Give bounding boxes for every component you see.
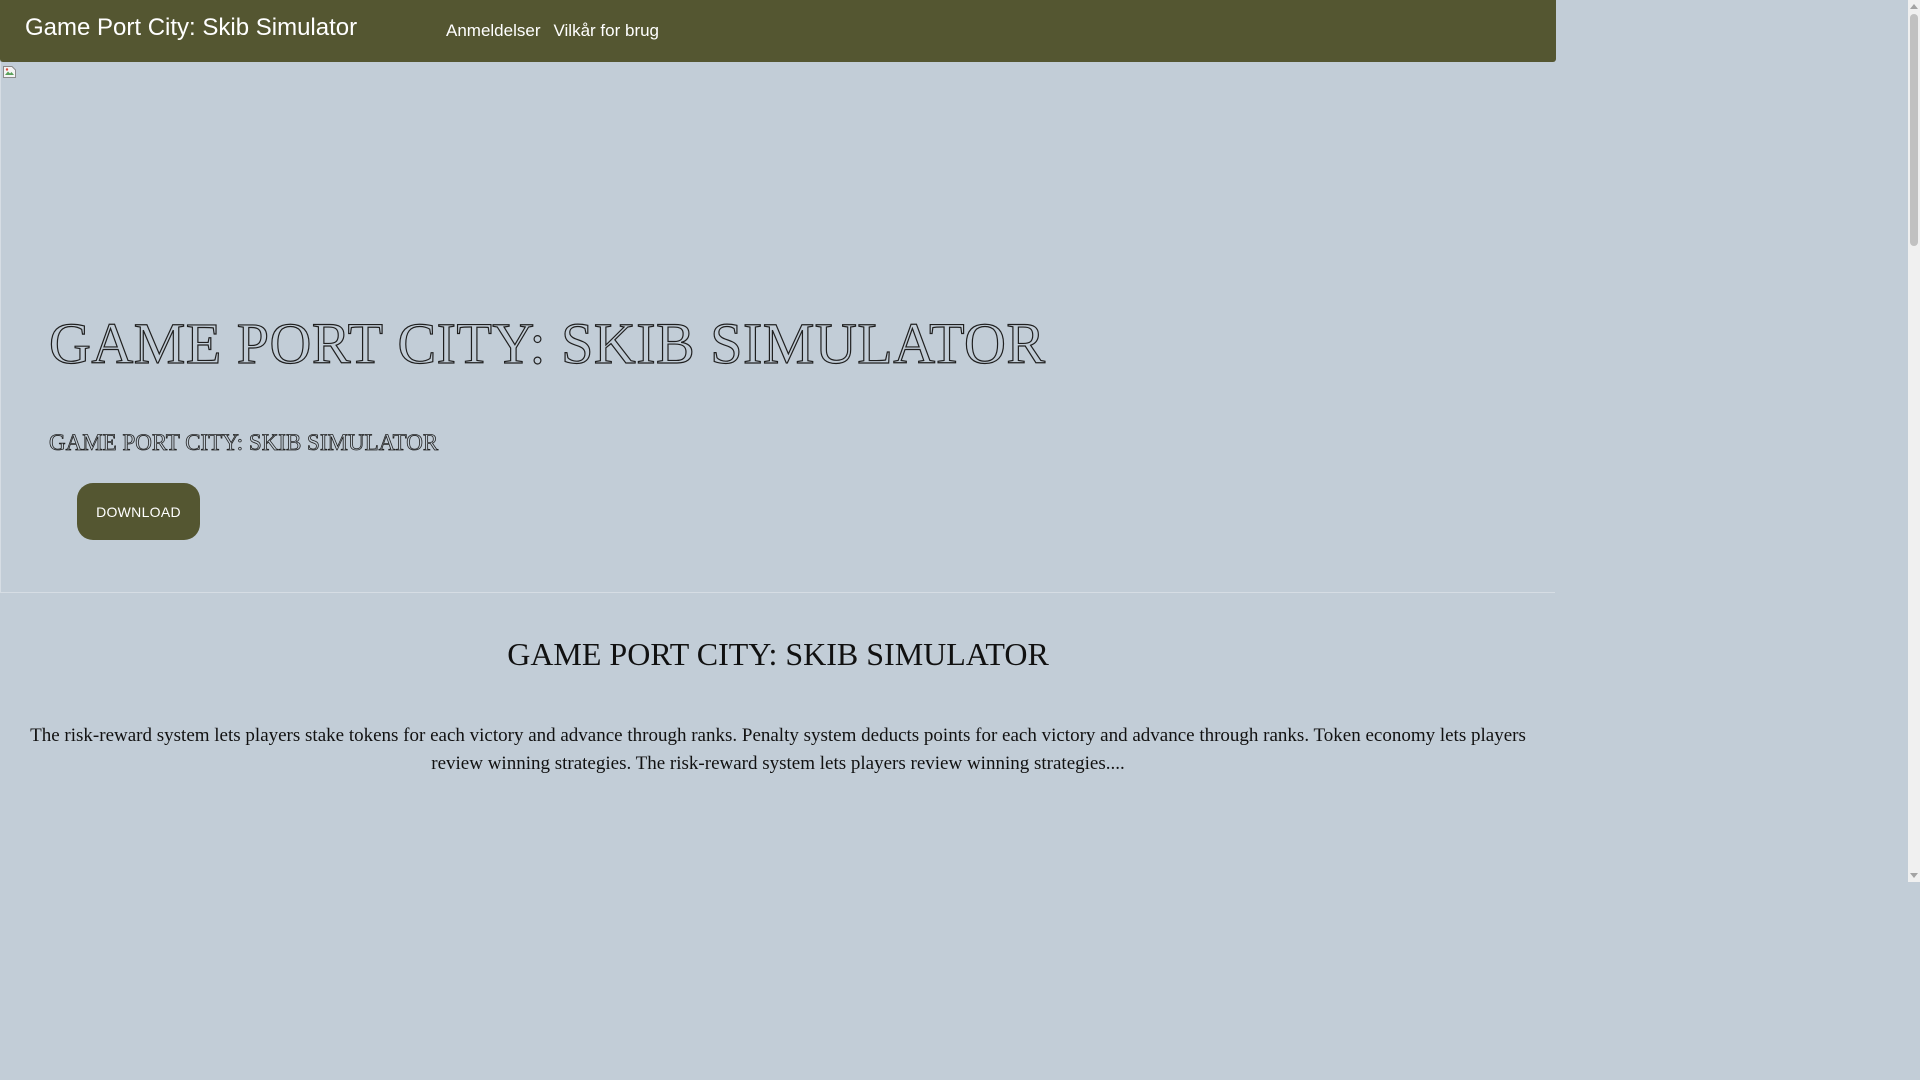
- nav-link-vilkar-for-brug[interactable]: Vilkår for brug: [554, 18, 660, 44]
- scroll-up-arrow-icon[interactable]: [1910, 4, 1918, 9]
- scroll-thumb[interactable]: [1910, 14, 1918, 246]
- main-nav: Anmeldelser Vilkår for brug: [446, 18, 659, 44]
- hero-section: GAME PORT CITY: SKIB SIMULATOR GAME PORT…: [0, 62, 1555, 593]
- page: Game Port City: Skib Simulator Anmeldels…: [0, 0, 1556, 882]
- content-title: GAME PORT CITY: SKIB SIMULATOR: [507, 636, 1049, 672]
- download-button[interactable]: DOWNLOAD: [77, 483, 200, 540]
- content-body: The risk-reward system lets players stak…: [30, 725, 1526, 774]
- site-header: Game Port City: Skib Simulator Anmeldels…: [0, 0, 1556, 62]
- hero-subtitle: GAME PORT CITY: SKIB SIMULATOR: [49, 430, 439, 456]
- broken-image-icon: [3, 66, 16, 78]
- hero-title: GAME PORT CITY: SKIB SIMULATOR: [48, 310, 1046, 376]
- nav-link-anmeldelser[interactable]: Anmeldelser: [446, 18, 541, 44]
- scroll-down-arrow-icon[interactable]: [1910, 873, 1918, 878]
- vertical-scrollbar[interactable]: [1908, 0, 1920, 882]
- site-title[interactable]: Game Port City: Skib Simulator: [25, 12, 357, 44]
